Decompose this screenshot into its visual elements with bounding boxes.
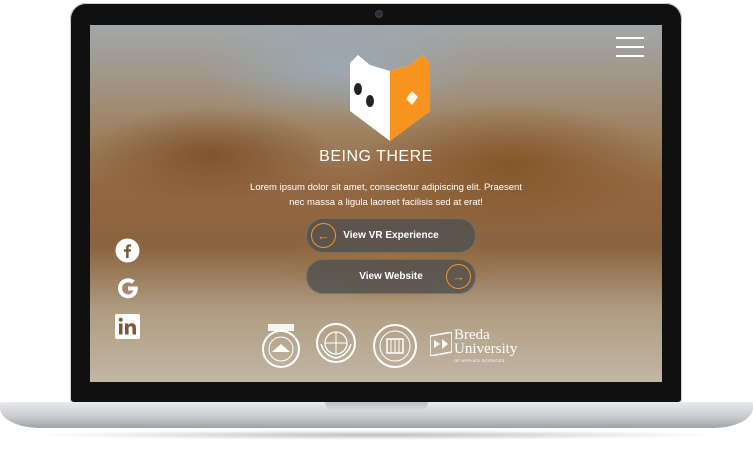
google-icon[interactable] xyxy=(115,276,140,301)
facebook-icon[interactable] xyxy=(115,238,140,263)
hamburger-menu-icon[interactable] xyxy=(616,37,644,57)
view-website-label: View Website xyxy=(359,271,423,282)
breda-subtitle: OF APPLIED SCIENCES xyxy=(454,358,505,363)
breda-name-line1: Breda xyxy=(454,327,490,343)
university-seal-logo xyxy=(373,324,417,368)
breda-university-logo: Breda University OF APPLIED SCIENCES xyxy=(430,328,530,368)
website-screen: BEING THERE Lorem ipsum dolor sit amet, … xyxy=(90,25,662,382)
being-there-logo xyxy=(350,55,430,141)
breda-university-mark-icon xyxy=(430,332,452,356)
breda-name-line2: University xyxy=(454,341,518,357)
brand-title: BEING THERE xyxy=(319,148,433,165)
united-nations-seal-logo xyxy=(316,323,356,363)
laptop-base-notch xyxy=(325,402,428,411)
partner-seal-1-logo xyxy=(262,324,300,368)
view-vr-experience-label: View VR Experience xyxy=(343,230,439,241)
webcam xyxy=(375,10,383,18)
arrow-right-icon: → xyxy=(446,264,471,289)
view-website-button[interactable]: View Website → xyxy=(306,259,476,294)
view-vr-experience-button[interactable]: ← View VR Experience xyxy=(306,218,476,253)
arrow-left-icon: ← xyxy=(311,223,336,248)
laptop-shadow xyxy=(30,430,723,440)
hero-tagline: Lorem ipsum dolor sit amet, consectetur … xyxy=(250,182,522,208)
linkedin-icon[interactable] xyxy=(115,314,140,339)
breda-university-name: Breda University xyxy=(454,327,518,357)
